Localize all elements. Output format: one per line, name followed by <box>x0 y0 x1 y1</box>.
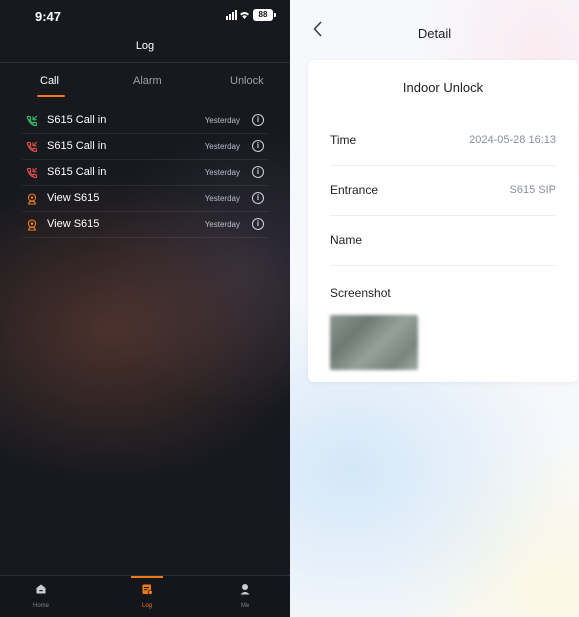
info-icon[interactable]: i <box>252 114 264 126</box>
field-value: 2024-05-28 16:13 <box>469 134 556 146</box>
log-row-label: View S615 <box>47 218 100 230</box>
log-row-label: S615 Call in <box>47 140 107 152</box>
phone-call-in-red-icon <box>26 141 38 153</box>
log-row-label: S615 Call in <box>47 114 107 126</box>
field-label: Entrance <box>330 183 379 197</box>
nav-label: Me <box>240 603 250 609</box>
home-icon <box>36 584 46 594</box>
log-list: S615 Call in Yesterday i S615 Call in Ye… <box>0 108 290 238</box>
detail-card: Indoor Unlock Time 2024-05-28 16:13 Entr… <box>308 60 578 382</box>
page-title: Log <box>135 40 155 52</box>
log-row-label: S615 Call in <box>47 166 107 178</box>
person-icon <box>240 584 250 595</box>
camera-view-icon <box>27 219 37 231</box>
log-row[interactable]: View S615 Yesterday i <box>22 212 268 238</box>
field-name: Name <box>330 216 556 266</box>
tab-alarm[interactable]: Alarm <box>133 75 162 87</box>
screenshot-thumbnail[interactable] <box>330 315 418 370</box>
status-bar: 9:47 88 <box>0 0 290 34</box>
log-row-time: Yesterday <box>204 142 240 151</box>
page-title: Detail <box>417 26 452 41</box>
nav-log[interactable]: Log <box>127 582 167 609</box>
field-value: S615 SIP <box>509 184 556 196</box>
log-row[interactable]: S615 Call in Yesterday i <box>22 160 268 186</box>
info-icon[interactable]: i <box>252 140 264 152</box>
log-row[interactable]: S615 Call in Yesterday i <box>22 108 268 134</box>
tab-unlock[interactable]: Unlock <box>230 75 264 87</box>
info-icon[interactable]: i <box>252 218 264 230</box>
log-row-time: Yesterday <box>204 168 240 177</box>
active-nav-indicator <box>131 576 163 578</box>
battery-tip <box>274 13 276 17</box>
log-row-time: Yesterday <box>204 220 240 229</box>
log-row[interactable]: View S615 Yesterday i <box>22 186 268 212</box>
log-row[interactable]: S615 Call in Yesterday i <box>22 134 268 160</box>
field-label: Name <box>330 233 363 247</box>
bottom-nav: Home Log Me <box>0 575 290 617</box>
tab-call[interactable]: Call <box>40 75 59 87</box>
log-row-time: Yesterday <box>204 116 240 125</box>
detail-screen: Detail Indoor Unlock Time 2024-05-28 16:… <box>290 0 579 617</box>
log-row-label: View S615 <box>47 192 100 204</box>
log-tabs: Call Alarm Unlock <box>0 62 290 100</box>
log-screen: 9:47 88 Log Call Alarm Unlock S615 Call … <box>0 0 290 617</box>
card-title: Indoor Unlock <box>402 80 484 95</box>
field-label: Time <box>330 133 357 147</box>
camera-view-icon <box>27 193 37 205</box>
field-time: Time 2024-05-28 16:13 <box>330 116 556 166</box>
log-icon <box>142 584 153 595</box>
nav-me[interactable]: Me <box>225 582 265 609</box>
phone-call-in-green-icon <box>26 115 38 127</box>
active-tab-indicator <box>37 95 65 97</box>
info-icon[interactable]: i <box>252 192 264 204</box>
battery-icon: 88 <box>253 9 273 21</box>
phone-call-in-red-icon <box>26 167 38 179</box>
nav-label: Log <box>141 603 152 609</box>
log-row-time: Yesterday <box>204 194 240 203</box>
screenshot-label: Screenshot <box>330 286 391 300</box>
signal-wifi-icon <box>226 10 250 23</box>
nav-label: Home <box>32 603 49 609</box>
status-time: 9:47 <box>35 9 62 24</box>
info-icon[interactable]: i <box>252 166 264 178</box>
field-entrance: Entrance S615 SIP <box>330 166 556 216</box>
nav-home[interactable]: Home <box>21 582 61 609</box>
